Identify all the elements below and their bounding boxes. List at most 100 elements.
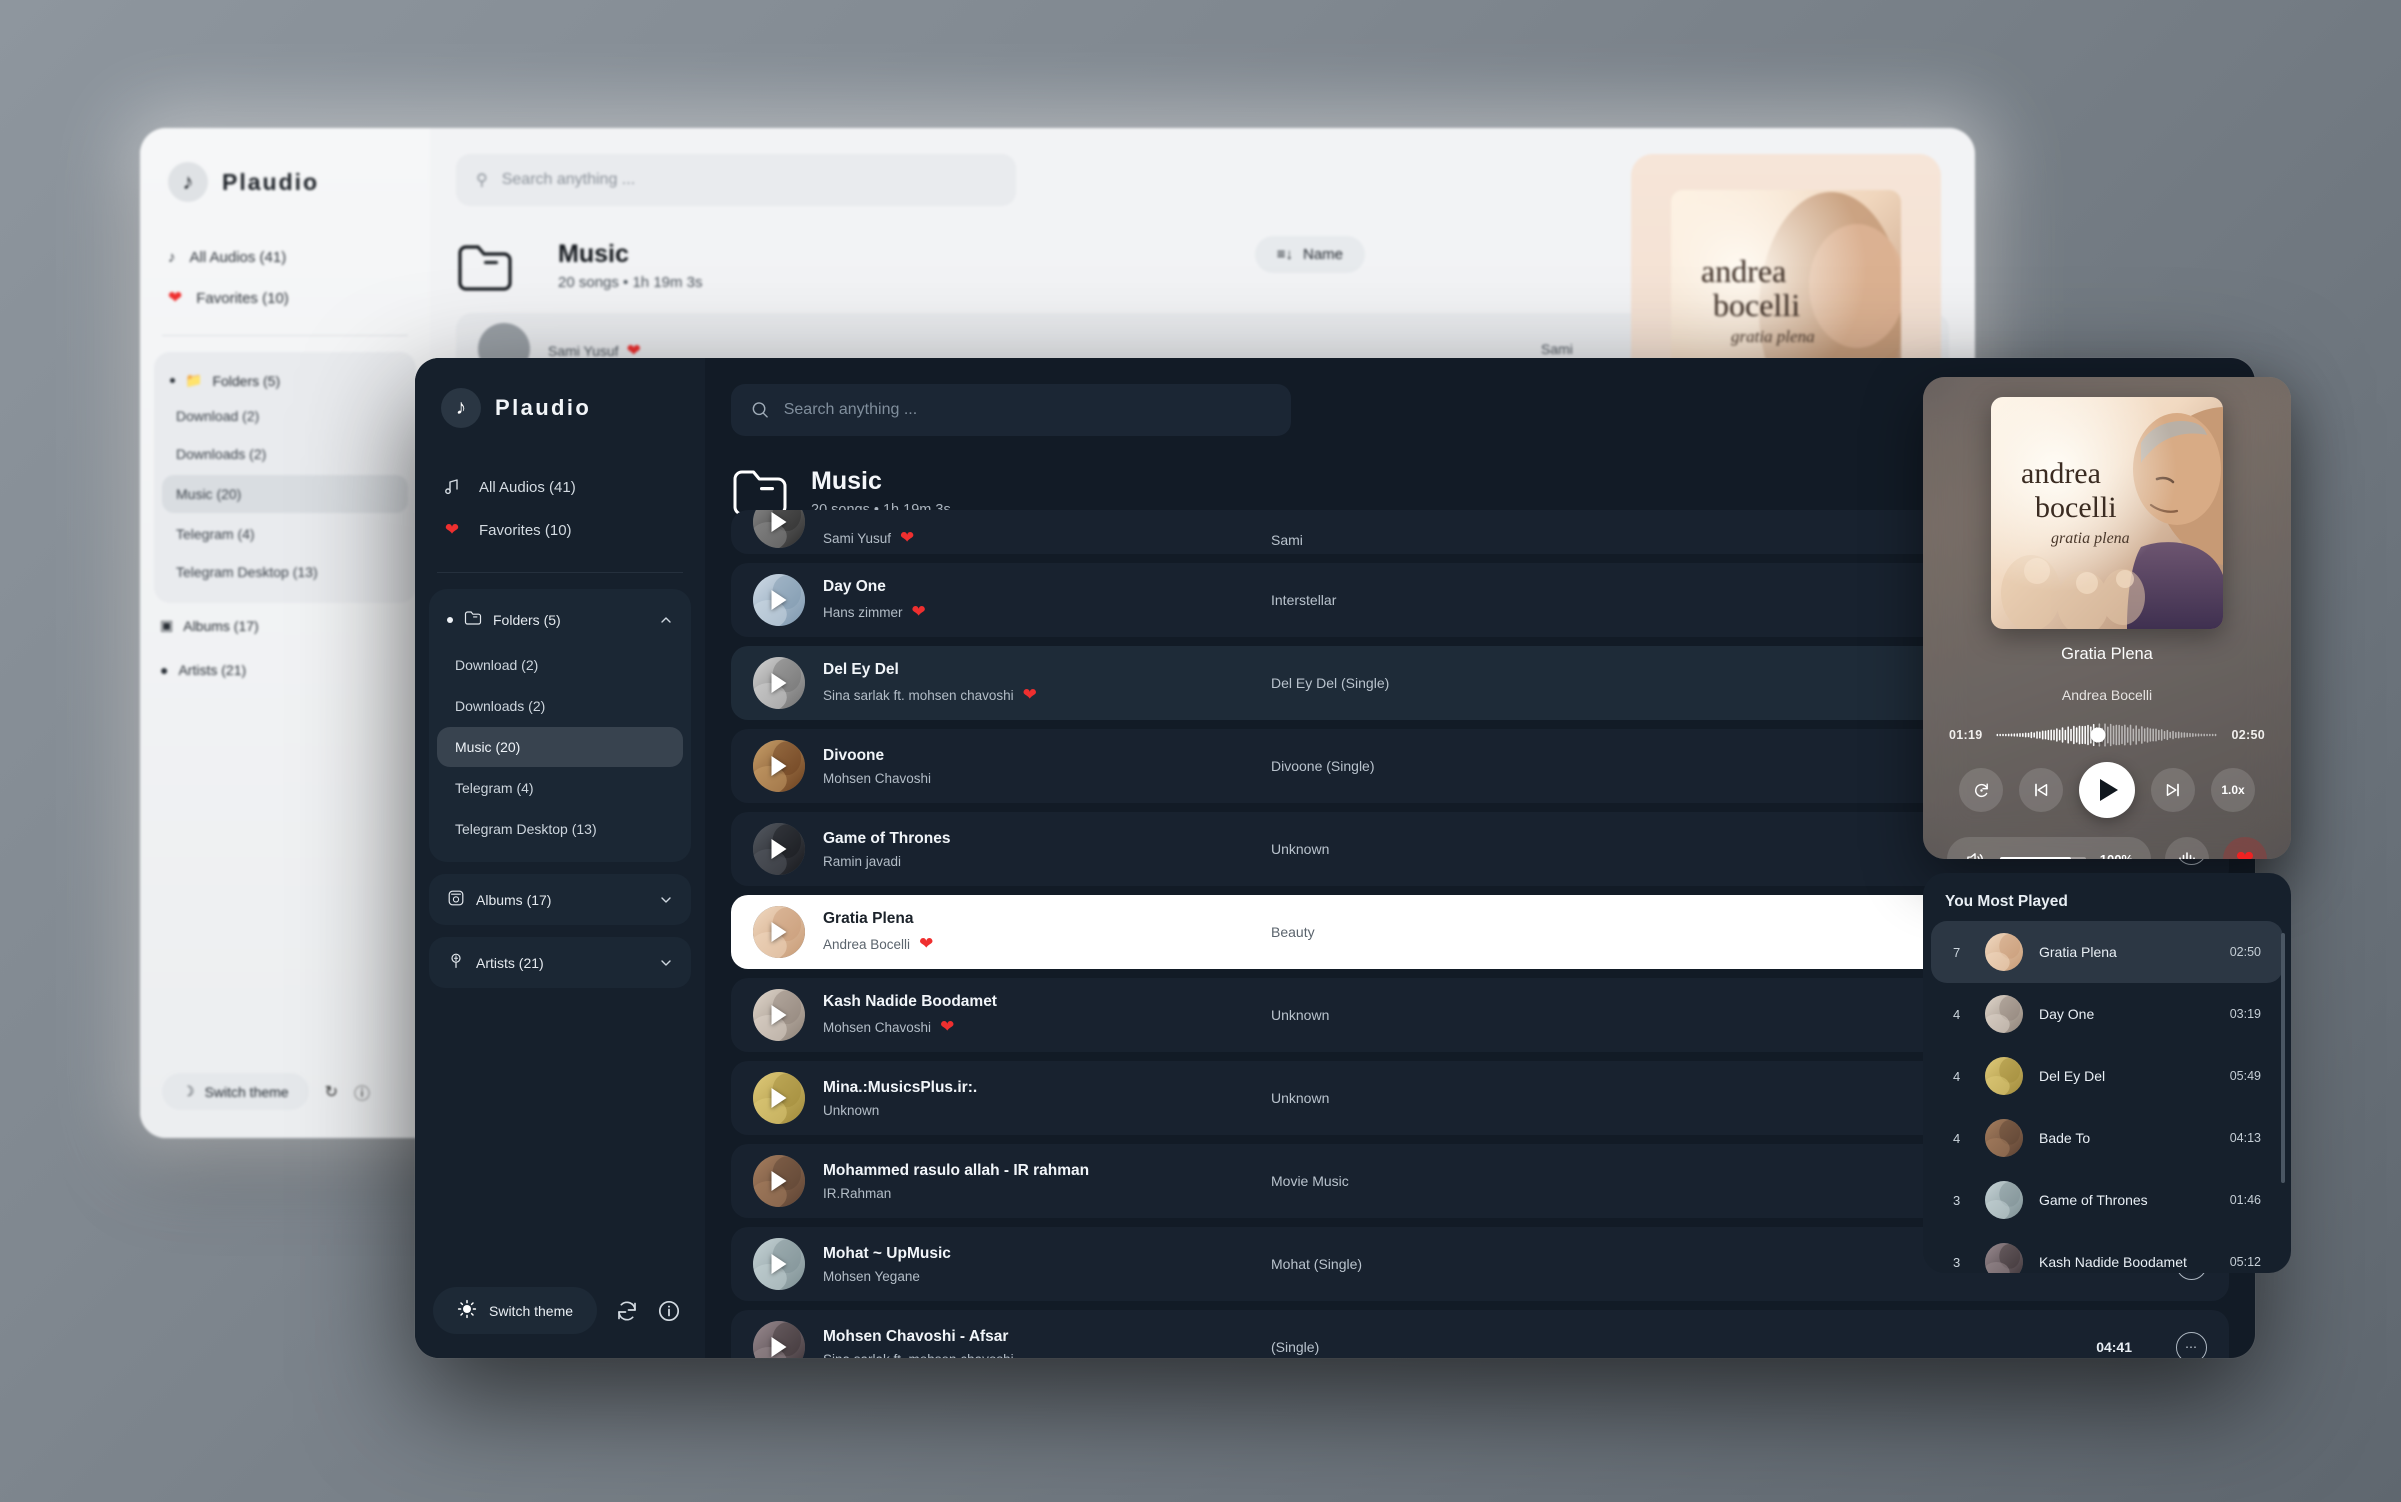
info-icon[interactable] <box>657 1299 681 1323</box>
song-artwork[interactable] <box>753 1072 805 1124</box>
next-track-button[interactable] <box>2151 768 2195 812</box>
sidebar-folder-download[interactable]: Download (2) <box>437 645 683 685</box>
repeat-button[interactable] <box>1959 768 2003 812</box>
play-icon <box>771 922 787 942</box>
waveform-seek-bar[interactable] <box>1996 722 2217 748</box>
svg-text:bocelli: bocelli <box>1713 287 1800 323</box>
album-art: andrea bocelli gratia plena <box>1991 397 2223 629</box>
sidebar-folders-group: Folders (5) Download (2) Downloads (2) M… <box>429 589 691 862</box>
folder-icon: 📁 <box>185 372 203 388</box>
sidebar-folder-music[interactable]: Music (20) <box>437 727 683 767</box>
search-input[interactable] <box>783 401 1271 419</box>
sidebar-folder-telegram-desktop[interactable]: Telegram Desktop (13) <box>437 809 683 849</box>
background-search-input: ⚲ Search anything ... <box>456 154 1016 206</box>
most-played-row[interactable]: 3 Game of Thrones 01:46 <box>1931 1169 2283 1231</box>
background-folder-item: Downloads (2) <box>176 446 267 462</box>
volume-label: 100% <box>2099 851 2133 860</box>
song-duration: 02:50 <box>2229 945 2261 959</box>
song-meta: Day One Hans zimmer ❤ <box>823 578 1253 622</box>
volume-slider[interactable] <box>2000 857 2086 859</box>
most-played-list[interactable]: 7 Gratia Plena 02:50 4 Day One 03:19 4 Del Ey D… <box>1923 921 2291 1273</box>
song-meta: Del Ey Del Sina sarlak ft. mohsen chavosh… <box>823 661 1253 705</box>
song-title: Mohsen Chavoshi - Afsar <box>823 1327 1009 1345</box>
song-artwork[interactable] <box>753 740 805 792</box>
sidebar: ♪ Plaudio All Audios (41) ❤ Favorites (1… <box>415 358 705 1358</box>
heart-icon[interactable]: ❤ <box>919 934 933 954</box>
song-artwork <box>1985 1181 2023 1219</box>
sidebar-albums-label: Albums (17) <box>476 891 552 908</box>
song-album: Movie Music <box>1271 1173 1349 1189</box>
microphone-icon <box>447 952 465 973</box>
most-played-row[interactable]: 3 Kash Nadide Boodamet 05:12 <box>1931 1231 2283 1273</box>
now-playing-title: Gratia Plena <box>2061 645 2153 663</box>
switch-theme-button[interactable]: Switch theme <box>433 1287 598 1334</box>
heart-icon[interactable]: ❤ <box>912 602 926 622</box>
song-artwork <box>1985 933 2023 971</box>
heart-icon[interactable]: ❤ <box>1023 685 1037 705</box>
background-sidebar: ♪ Plaudio ♪ All Audios (41) ❤ Favorites … <box>140 128 430 1138</box>
seek-row: 01:19 02:50 <box>1923 715 2291 755</box>
sidebar-folders-header[interactable]: Folders (5) <box>429 595 691 644</box>
song-duration: 01:46 <box>2229 1193 2261 1207</box>
playback-speed-label: 1.0x <box>2221 783 2245 797</box>
song-title: Gratia Plena <box>823 910 914 927</box>
playback-speed-button[interactable]: 1.0x <box>2211 768 2255 812</box>
sidebar-item-albums[interactable]: Albums (17) <box>429 874 691 925</box>
next-track-icon <box>2166 783 2179 797</box>
song-artwork[interactable] <box>753 1238 805 1290</box>
heart-icon[interactable]: ❤ <box>940 1017 954 1037</box>
most-played-scrollbar[interactable] <box>2281 933 2285 1183</box>
song-meta: Mohat ~ UpMusic Mohsen Yegane <box>823 1245 1253 1284</box>
music-note-icon: ♪ <box>441 388 481 428</box>
previous-track-button[interactable] <box>2019 768 2063 812</box>
song-artwork[interactable] <box>753 510 805 548</box>
background-brand-name: Plaudio <box>222 168 320 195</box>
most-played-row[interactable]: 4 Del Ey Del 05:49 <box>1931 1045 2283 1107</box>
song-artwork[interactable] <box>753 574 805 626</box>
song-duration: 05:12 <box>2229 1255 2261 1269</box>
background-folder-item-selected: Music (20) <box>162 475 408 513</box>
switch-theme-label: Switch theme <box>489 1302 574 1319</box>
song-album: Unknown <box>1271 1090 1330 1106</box>
background-divider <box>162 335 408 336</box>
most-played-row-selected[interactable]: 7 Gratia Plena 02:50 <box>1931 921 2283 983</box>
background-nav-favorites: ❤ Favorites (10) <box>140 277 430 319</box>
song-album: Unknown <box>1271 1007 1330 1023</box>
most-played-row[interactable]: 4 Bade To 04:13 <box>1931 1107 2283 1169</box>
equalizer-button[interactable] <box>2165 837 2209 859</box>
background-folder-item: Telegram Desktop (13) <box>176 564 318 580</box>
song-artwork[interactable] <box>753 1321 805 1358</box>
svg-text:andrea: andrea <box>1701 253 1786 289</box>
background-nav-all-audios: ♪ All Audios (41) <box>140 238 430 277</box>
song-title: Game of Thrones <box>2039 1192 2148 1208</box>
chevron-down-icon[interactable] <box>659 956 673 970</box>
song-artwork[interactable] <box>753 989 805 1041</box>
song-artwork[interactable] <box>753 906 805 958</box>
song-artwork[interactable] <box>753 1155 805 1207</box>
song-album: Divoone (Single) <box>1271 758 1375 774</box>
chevron-down-icon[interactable] <box>659 893 673 907</box>
play-icon <box>771 512 787 532</box>
search-bar[interactable] <box>731 384 1291 436</box>
song-album: Mohat (Single) <box>1271 1256 1363 1272</box>
music-note-icon: ♪ <box>168 162 208 202</box>
play-count: 3 <box>1953 1254 1961 1270</box>
sidebar-item-artists[interactable]: Artists (21) <box>429 937 691 988</box>
song-artwork[interactable] <box>753 657 805 709</box>
refresh-icon[interactable] <box>615 1299 639 1323</box>
sidebar-item-favorites[interactable]: ❤ Favorites (10) <box>415 508 705 552</box>
sidebar-folder-downloads[interactable]: Downloads (2) <box>437 686 683 726</box>
song-artwork[interactable] <box>753 823 805 875</box>
seek-handle[interactable] <box>2090 727 2106 743</box>
play-icon <box>771 1005 787 1025</box>
play-button[interactable] <box>2079 762 2135 818</box>
sidebar-item-all-audios[interactable]: All Audios (41) <box>415 466 705 508</box>
most-played-row[interactable]: 4 Day One 03:19 <box>1931 983 2283 1045</box>
heart-icon[interactable]: ❤ <box>900 528 914 548</box>
volume-control[interactable]: 100% <box>1947 837 2151 859</box>
song-album: Beauty <box>1271 924 1315 940</box>
heart-icon: ❤ <box>168 288 183 307</box>
favorite-button[interactable]: ❤ <box>2223 837 2267 859</box>
chevron-up-icon[interactable] <box>659 613 673 627</box>
sidebar-folder-telegram[interactable]: Telegram (4) <box>437 768 683 808</box>
